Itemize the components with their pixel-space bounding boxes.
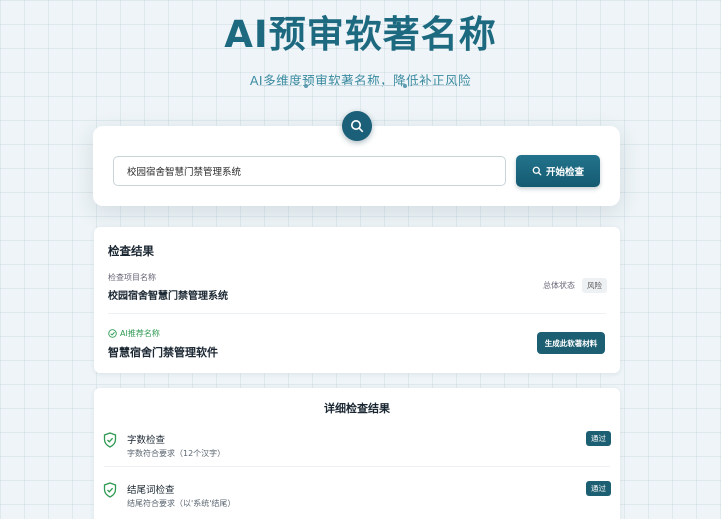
pass-badge: 通过 <box>586 431 611 446</box>
check-circle-icon <box>108 329 117 338</box>
ai-recommended-name: 智慧宿舍门禁管理软件 <box>108 346 218 359</box>
page-title: AI预审软著名称 <box>224 13 497 56</box>
check-name: 结尾词检查 <box>127 485 175 496</box>
divider <box>104 466 610 467</box>
project-label: 检查项目名称 <box>108 273 156 282</box>
search-badge-icon <box>342 111 372 141</box>
hero: AI预审软著名称 AI多维度预审软著名称，降低补正风险 <box>0 0 721 89</box>
shield-check-icon <box>103 432 117 448</box>
ai-recommend-label: AI推荐名称 <box>108 328 160 339</box>
check-name: 字数检查 <box>127 435 166 446</box>
status-badge: 风险 <box>582 278 607 293</box>
result-title: 检查结果 <box>108 244 154 258</box>
detail-card: 详细检查结果 字数检查 字数符合要求（12个汉字） 通过 结尾词检查 结尾符合要… <box>94 388 620 519</box>
check-desc: 结尾符合要求（以'系统'结尾） <box>127 499 236 508</box>
start-check-button[interactable]: 开始检查 <box>516 155 600 187</box>
shield-check-icon <box>103 482 117 498</box>
name-input[interactable] <box>113 156 506 186</box>
status-label: 总体状态 <box>543 281 575 290</box>
start-check-label: 开始检查 <box>545 167 584 178</box>
pass-badge: 通过 <box>586 481 611 496</box>
result-card: 检查结果 检查项目名称 校园宿舍智慧门禁管理系统 总体状态 风险 AI推荐名称 … <box>94 227 620 373</box>
search-icon <box>351 120 364 133</box>
check-row-ending-word: 结尾词检查 结尾符合要求（以'系统'结尾） 通过 <box>94 478 620 519</box>
detail-title: 详细检查结果 <box>324 402 390 415</box>
check-desc: 字数符合要求（12个汉字） <box>127 449 226 458</box>
project-name: 校园宿舍智慧门禁管理系统 <box>108 291 228 302</box>
search-icon <box>532 166 542 176</box>
generate-material-button[interactable]: 生成此软著材料 <box>537 332 605 354</box>
decorative-divider <box>0 84 721 88</box>
check-row-word-count: 字数检查 字数符合要求（12个汉字） 通过 <box>94 428 620 474</box>
divider <box>108 313 606 314</box>
ai-label-text: AI推荐名称 <box>120 329 160 338</box>
